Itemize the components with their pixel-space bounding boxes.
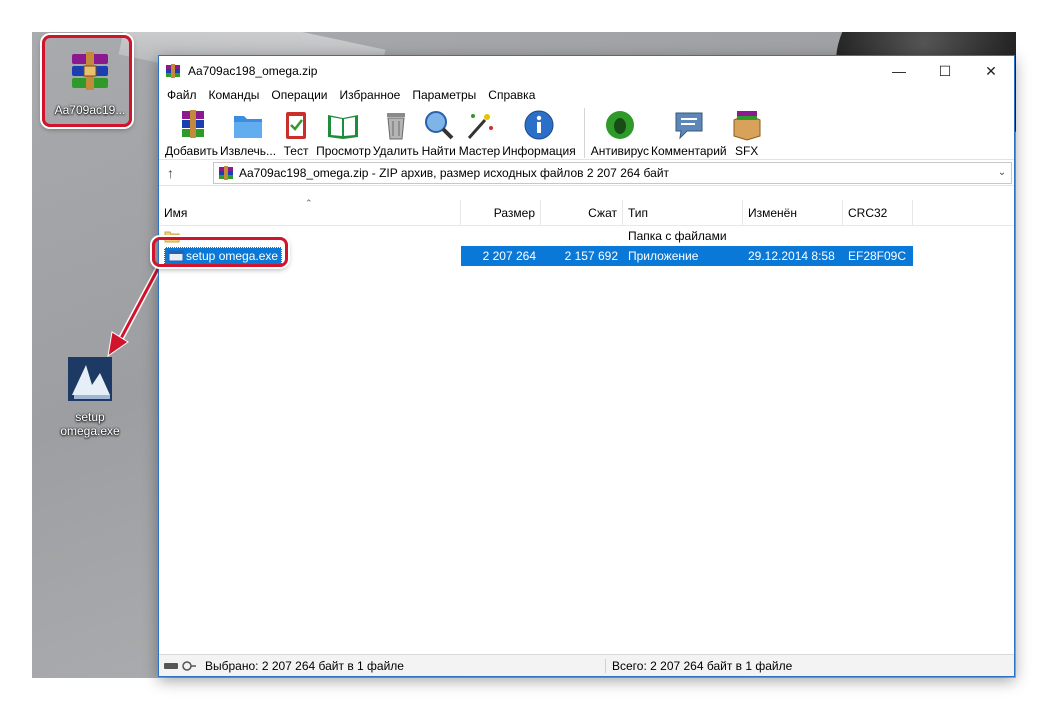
menu-file[interactable]: Файл <box>161 88 203 102</box>
menu-help[interactable]: Справка <box>482 88 541 102</box>
bug-shield-icon <box>605 111 634 139</box>
sfx-box-icon <box>733 111 761 141</box>
winrar-window: Aa709ac198_omega.zip — ☐ ✕ Файл Команды … <box>158 55 1015 677</box>
menu-favorites[interactable]: Избранное <box>334 88 407 102</box>
book-icon <box>328 115 359 139</box>
sort-arrow-icon: ⌃ <box>305 198 313 208</box>
folder-extract-icon <box>234 116 263 138</box>
up-arrow-button[interactable]: ↑ <box>167 165 197 181</box>
menu-commands[interactable]: Команды <box>203 88 266 102</box>
path-text: Aa709ac198_omega.zip - ZIP архив, размер… <box>239 165 670 180</box>
column-type[interactable]: Тип <box>623 200 743 225</box>
comment-button[interactable]: Комментарий <box>651 108 727 158</box>
desktop-setup-icon[interactable]: setup omega.exe <box>48 355 132 438</box>
minimize-button[interactable]: — <box>876 56 922 86</box>
menubar: Файл Команды Операции Избранное Параметр… <box>159 86 1014 104</box>
wizard-button[interactable]: Мастер <box>459 108 500 158</box>
list-header: ⌃ Имя Размер Сжат Тип Изменён CRC32 <box>159 198 1014 226</box>
file-size: 2 207 264 <box>461 246 541 266</box>
drive-key-icon <box>164 660 196 671</box>
info-icon <box>524 110 554 140</box>
view-button[interactable]: Просмотр <box>316 108 371 158</box>
address-bar: ↑ Aa709ac198_omega.zip - ZIP архив, разм… <box>159 160 1014 186</box>
delete-button[interactable]: Удалить <box>373 108 419 158</box>
magnifier-icon <box>424 111 454 140</box>
clipboard-check-icon <box>286 112 307 139</box>
trash-icon <box>386 113 405 140</box>
magic-wand-icon <box>468 114 494 139</box>
extract-button[interactable]: Извлечь... <box>220 108 276 158</box>
chevron-down-icon[interactable]: ⌄ <box>993 167 1011 178</box>
file-modified: 29.12.2014 8:58 <box>743 246 843 266</box>
titlebar[interactable]: Aa709ac198_omega.zip — ☐ ✕ <box>159 56 1014 86</box>
info-button[interactable]: Информация <box>502 108 576 158</box>
maximize-button[interactable]: ☐ <box>922 56 968 86</box>
winrar-app-icon <box>166 64 180 78</box>
find-button[interactable]: Найти <box>421 108 457 158</box>
window-title: Aa709ac198_omega.zip <box>188 64 318 78</box>
archive-small-icon <box>219 165 233 180</box>
toolbar-separator <box>583 108 585 158</box>
file-packed: 2 157 692 <box>541 246 623 266</box>
comment-icon <box>675 112 703 140</box>
close-button[interactable]: ✕ <box>968 56 1014 86</box>
add-button[interactable]: Добавить <box>165 108 218 158</box>
setup-icon-label: setup omega.exe <box>60 410 120 438</box>
file-type: Приложение <box>623 246 743 266</box>
antivirus-button[interactable]: Антивирус <box>591 108 649 158</box>
file-list[interactable]: ⌃ Имя Размер Сжат Тип Изменён CRC32 Папк… <box>159 198 1014 653</box>
menu-operations[interactable]: Операции <box>265 88 333 102</box>
column-crc[interactable]: CRC32 <box>843 200 913 225</box>
setup-exe-icon <box>68 357 112 401</box>
statusbar: Выбрано: 2 207 264 байт в 1 файле Всего:… <box>159 654 1014 676</box>
menu-options[interactable]: Параметры <box>406 88 482 102</box>
selection-highlight-frame <box>152 237 288 267</box>
column-packed[interactable]: Сжат <box>541 200 623 225</box>
file-crc: EF28F09C <box>843 246 913 266</box>
archive-highlight-frame <box>42 35 132 127</box>
status-selected: Выбрано: 2 207 264 байт в 1 файле <box>205 658 404 673</box>
folder-type: Папка с файлами <box>628 229 727 243</box>
add-archive-icon <box>181 110 204 138</box>
sfx-button[interactable]: SFX <box>729 108 765 158</box>
path-field[interactable]: Aa709ac198_omega.zip - ZIP архив, размер… <box>213 161 1012 184</box>
column-size[interactable]: Размер <box>461 200 541 225</box>
column-modified[interactable]: Изменён <box>743 200 843 225</box>
status-total: Всего: 2 207 264 байт в 1 файле <box>605 658 1014 673</box>
test-button[interactable]: Тест <box>278 108 314 158</box>
toolbar: Добавить Извлечь... Тест Просмотр Удалит… <box>159 104 1014 160</box>
